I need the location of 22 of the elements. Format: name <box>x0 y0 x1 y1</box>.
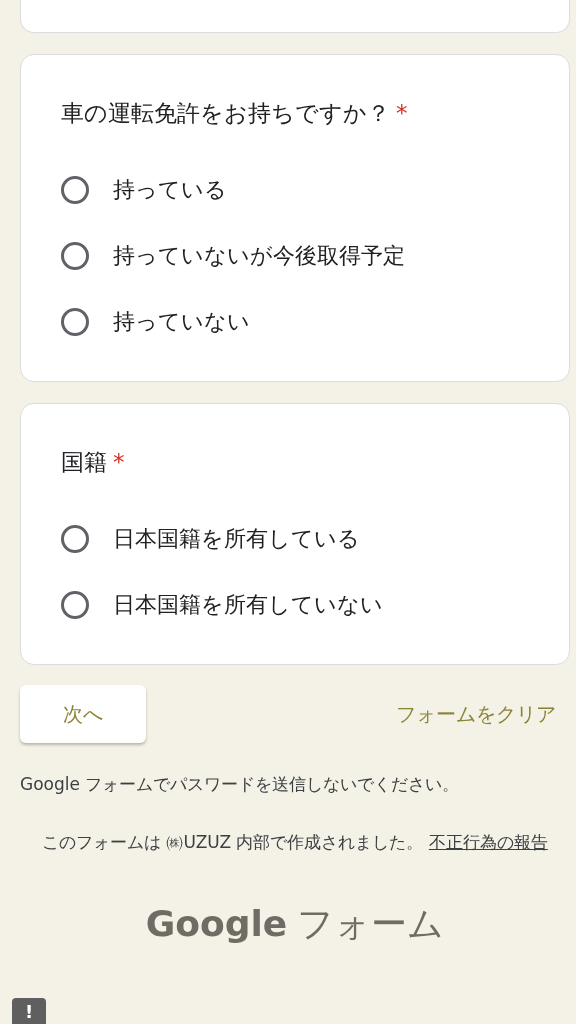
password-notice: Google フォームでパスワードを送信しないでください。 <box>20 773 461 796</box>
option-label: 持っていないが今後取得予定 <box>113 242 405 270</box>
feedback-button[interactable]: ! <box>12 998 46 1024</box>
clear-form-button[interactable]: フォームをクリア <box>396 700 556 728</box>
radio-button[interactable] <box>61 176 89 204</box>
radio-button[interactable] <box>61 242 89 270</box>
option-label: 持っている <box>113 176 227 204</box>
radio-button[interactable] <box>61 591 89 619</box>
required-mark: * <box>113 449 125 475</box>
required-mark: * <box>396 100 408 126</box>
owner-notice: このフォームは ㈱UZUZ 内部で作成されました。 不正行為の報告 <box>41 831 549 854</box>
question-title: 国籍 <box>61 449 107 475</box>
radio-button[interactable] <box>61 308 89 336</box>
question-title: 車の運転免許をお持ちですか？ <box>61 100 390 126</box>
option-label: 持っていない <box>113 308 250 336</box>
option-label: 日本国籍を所有していない <box>113 591 383 619</box>
report-abuse-link[interactable]: 不正行為の報告 <box>428 832 548 852</box>
radio-button[interactable] <box>61 525 89 553</box>
option-label: 日本国籍を所有している <box>113 525 360 553</box>
logo-brand: Google <box>145 903 288 944</box>
logo-product: フォーム <box>297 902 445 946</box>
next-button[interactable]: 次へ <box>20 685 146 743</box>
